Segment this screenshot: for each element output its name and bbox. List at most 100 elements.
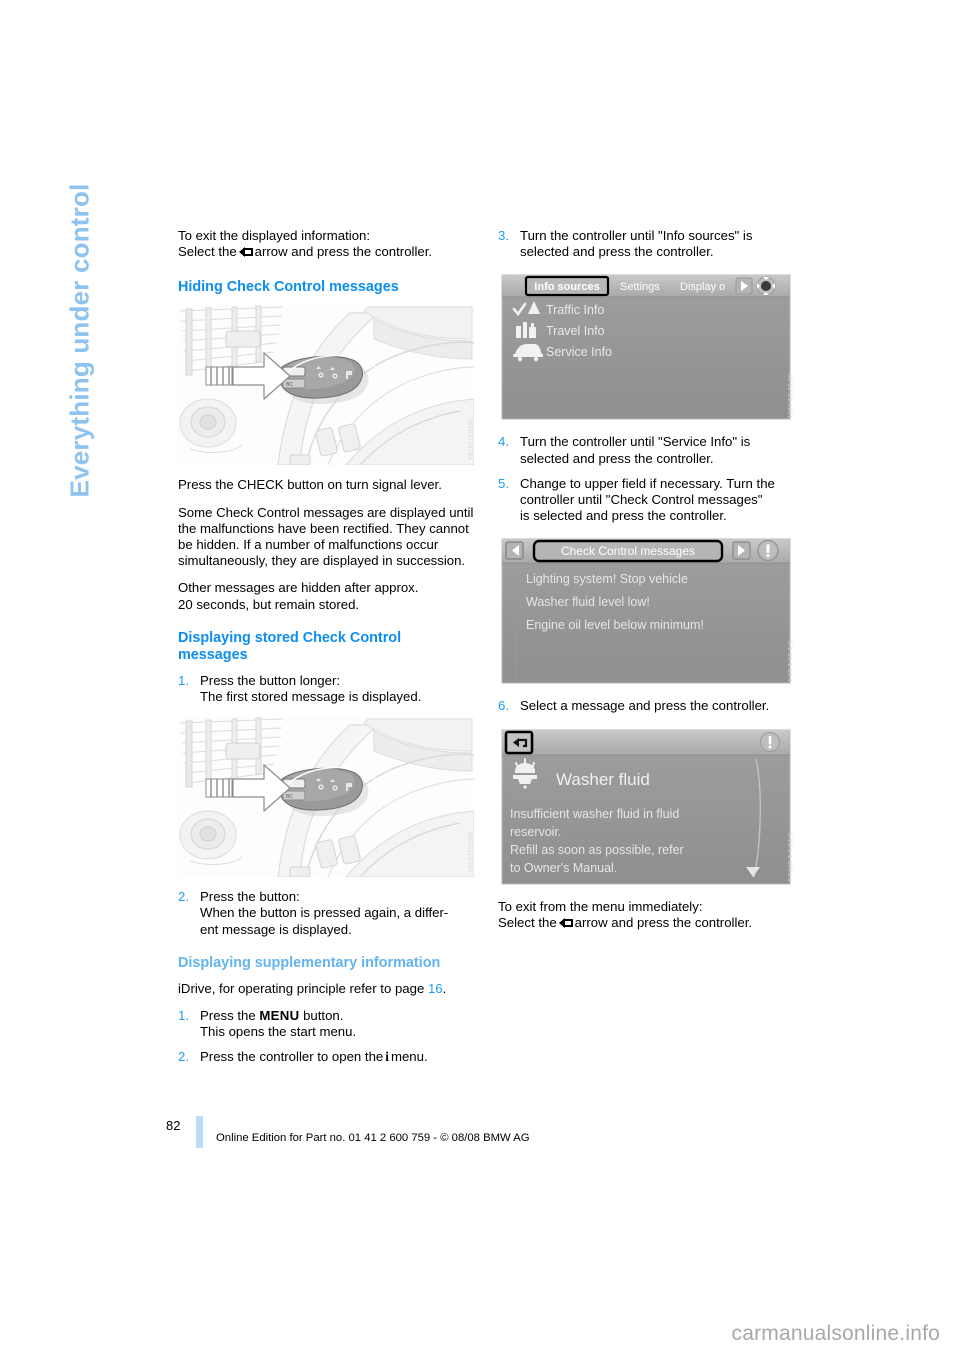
turn-signal-lever-illustration: BC bbox=[178, 305, 474, 466]
svg-text:Washer fluid: Washer fluid bbox=[556, 770, 650, 789]
step-number: 5. bbox=[498, 475, 509, 491]
svg-text:BC: BC bbox=[286, 794, 293, 800]
idrive-check-control-list-screen: Check Control messages Lighting system! … bbox=[498, 536, 794, 687]
svg-text:Service Info: Service Info bbox=[546, 345, 612, 359]
heading-hiding-check-control: Hiding Check Control messages bbox=[178, 279, 399, 296]
figure-check-control-messages: Check Control messages Lighting system! … bbox=[498, 536, 794, 687]
steps-4-5-group: 4. Turn the controller until "Service In… bbox=[498, 434, 794, 524]
press-check-paragraph: Press the CHECK button on turn signal le… bbox=[178, 477, 442, 493]
step-line1: Press the button: bbox=[200, 889, 300, 905]
idrive-washer-fluid-screen: Washer fluid Insufficient washer fluid i… bbox=[498, 726, 794, 887]
figure-watermark: MK0511029A bbox=[466, 832, 472, 874]
step-3-group: 3. Turn the controller until "Info sourc… bbox=[498, 228, 794, 260]
footer-text: Online Edition for Part no. 01 41 2 600 … bbox=[216, 1132, 530, 1144]
exit-menu-line2-after: arrow and press the controller. bbox=[574, 914, 753, 930]
svg-text:Engine oil level below minimum: Engine oil level below minimum! bbox=[526, 618, 704, 632]
step-line1: Change to upper field if necessary. Turn… bbox=[520, 475, 775, 491]
other-messages-line1: Other messages are hidden after approx. bbox=[178, 580, 419, 596]
step-number: 1. bbox=[178, 672, 189, 688]
step-line1-before: Press the bbox=[200, 1008, 256, 1024]
svg-text:reservoir.: reservoir. bbox=[510, 825, 561, 839]
svg-text:Settings: Settings bbox=[620, 281, 660, 293]
step-line3: is selected and press the controller. bbox=[520, 508, 727, 524]
steps-supplementary: 1. Press the MENU button. This opens the… bbox=[178, 1008, 474, 1066]
idrive-ref-after: . bbox=[442, 980, 447, 996]
left-column: To exit the displayed information: Selec… bbox=[178, 228, 474, 1076]
other-messages-paragraph: Other messages are hidden after approx. … bbox=[178, 580, 474, 612]
svg-text:Display o: Display o bbox=[680, 281, 725, 293]
step-line1: Press the button longer: bbox=[200, 672, 341, 688]
idrive-reference-paragraph: iDrive, for operating principle refer to… bbox=[178, 981, 474, 997]
step-line2: The first stored message is displayed. bbox=[200, 689, 422, 705]
right-column: 3. Turn the controller until "Info sourc… bbox=[498, 228, 794, 942]
svg-text:Insufficient washer fluid in f: Insufficient washer fluid in fluid bbox=[510, 807, 679, 821]
chapter-tab-label: Everything under control bbox=[64, 183, 95, 498]
list-item: 1. Press the MENU button. This opens the… bbox=[178, 1008, 474, 1040]
idrive-ref-before: iDrive, for operating principle refer to… bbox=[178, 980, 425, 996]
heading-displaying-supplementary: Displaying supplementary information bbox=[178, 954, 441, 971]
exit-info-line1: To exit the displayed information: bbox=[178, 228, 371, 243]
figure-watermark: 63.12.19.1001 bbox=[786, 373, 792, 419]
svg-text:Washer fluid level low!: Washer fluid level low! bbox=[526, 595, 650, 609]
steps-press-button: 2. Press the button: When the button is … bbox=[178, 889, 474, 938]
list-item: 6. Select a message and press the contro… bbox=[498, 698, 794, 714]
step-line2: selected and press the controller. bbox=[520, 244, 714, 260]
step-line2: controller until "Check Control messages… bbox=[520, 492, 763, 508]
page-reference-link[interactable]: 16 bbox=[428, 981, 443, 996]
other-messages-line2: 20 seconds, but remain stored. bbox=[178, 596, 360, 612]
figure-watermark: 5.1.19.1.19.1 bbox=[786, 640, 792, 683]
list-item: 5. Change to upper field if necessary. T… bbox=[498, 476, 794, 525]
info-menu-icon: i bbox=[385, 1049, 389, 1065]
step-line1-before: Press the controller to open the bbox=[200, 1049, 384, 1065]
step-line1: Turn the controller until "Service Info"… bbox=[520, 434, 751, 450]
exit-info-line2-before: Select the bbox=[178, 244, 237, 260]
step-line1-after: menu. bbox=[390, 1049, 428, 1065]
list-item: 2. Press the button: When the button is … bbox=[178, 889, 474, 938]
site-watermark: carmanualsonline.info bbox=[731, 1322, 940, 1345]
step-line2: This opens the start menu. bbox=[200, 1024, 357, 1040]
back-arrow-icon bbox=[558, 917, 573, 928]
step-number: 2. bbox=[178, 1049, 189, 1065]
some-messages-paragraph: Some Check Control messages are displaye… bbox=[178, 504, 474, 569]
steps-displaying-stored: 1. Press the button longer: The first st… bbox=[178, 673, 474, 705]
step-line1: Turn the controller until "Info sources"… bbox=[520, 228, 753, 243]
svg-text:Info sources: Info sources bbox=[534, 281, 599, 293]
svg-text:BC: BC bbox=[286, 382, 293, 388]
step-6-group: 6. Select a message and press the contro… bbox=[498, 698, 794, 714]
idrive-info-sources-screen: Info sources Settings Display o Traffic … bbox=[498, 272, 794, 423]
step-number: 3. bbox=[498, 228, 509, 243]
exit-info-paragraph: To exit the displayed information: Selec… bbox=[178, 228, 474, 260]
svg-text:Refill as soon as possible, re: Refill as soon as possible, refer bbox=[510, 843, 684, 857]
exit-menu-line2-before: Select the bbox=[498, 914, 557, 930]
figure-watermark: MK0511029A bbox=[466, 420, 472, 462]
figure-turn-signal-lever-2: BC MK0511029A bbox=[178, 717, 474, 878]
figure-turn-signal-lever-1: BC MK0511029A bbox=[178, 305, 474, 466]
step-number: 4. bbox=[498, 434, 509, 450]
exit-menu-paragraph: To exit from the menu immediately: Selec… bbox=[498, 899, 794, 931]
list-item: 4. Turn the controller until "Service In… bbox=[498, 434, 794, 466]
page-number: 82 bbox=[166, 1118, 181, 1133]
step-number: 1. bbox=[178, 1008, 189, 1024]
chapter-tab: Everything under control bbox=[0, 184, 160, 760]
page-footer: 82 Online Edition for Part no. 01 41 2 6… bbox=[166, 1116, 818, 1148]
step-number: 6. bbox=[498, 698, 509, 714]
footer-rule bbox=[196, 1116, 203, 1148]
step-line1: Select a message and press the controlle… bbox=[520, 698, 770, 714]
list-item: 1. Press the button longer: The first st… bbox=[178, 673, 474, 705]
svg-text:to Owner's Manual.: to Owner's Manual. bbox=[510, 861, 617, 875]
step-line2: When the button is pressed again, a diff… bbox=[200, 905, 449, 921]
svg-text:Travel Info: Travel Info bbox=[546, 324, 605, 338]
list-item: 2. Press the controller to open the i menu… bbox=[178, 1049, 474, 1065]
exit-info-line2-after: arrow and press the controller. bbox=[254, 244, 433, 260]
figure-washer-fluid-detail: Washer fluid Insufficient washer fluid i… bbox=[498, 726, 794, 887]
list-item: 3. Turn the controller until "Info sourc… bbox=[498, 228, 794, 260]
svg-text:Traffic Info: Traffic Info bbox=[546, 303, 604, 317]
figure-watermark: 5.10.1.1.1001.1 bbox=[786, 833, 792, 883]
step-line2: selected and press the controller. bbox=[520, 450, 714, 466]
turn-signal-lever-illustration-2: BC bbox=[178, 717, 474, 878]
svg-text:Lighting system! Stop vehicle: Lighting system! Stop vehicle bbox=[526, 572, 688, 586]
back-arrow-icon bbox=[238, 247, 253, 258]
svg-text:Check Control messages: Check Control messages bbox=[561, 544, 695, 558]
manual-page: Everything under control To exit the dis… bbox=[0, 0, 960, 1358]
exit-menu-line1: To exit from the menu immediately: bbox=[498, 898, 703, 914]
